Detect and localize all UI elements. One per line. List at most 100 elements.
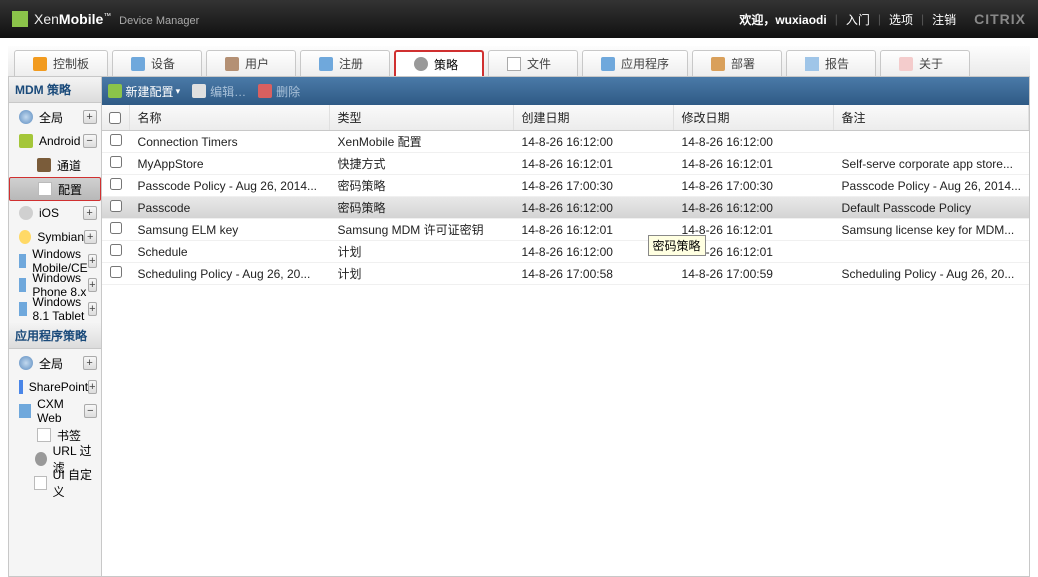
row-checkbox[interactable] bbox=[110, 178, 122, 190]
tree-label: UI 自定义 bbox=[53, 466, 97, 500]
table-row[interactable]: MyAppStore快捷方式14-8-26 16:12:0114-8-26 16… bbox=[102, 153, 1029, 175]
tree-node[interactable]: UI 自定义 bbox=[9, 471, 101, 495]
tree-node[interactable]: SharePoint+ bbox=[9, 375, 101, 399]
main-area: MDM 策略 全局+Android−通道配置iOS+Symbian+Window… bbox=[8, 77, 1030, 577]
t-filter-icon bbox=[35, 452, 47, 466]
tree-label: 书签 bbox=[57, 427, 81, 444]
tree-label: CXM Web bbox=[37, 397, 84, 425]
t-channel-icon bbox=[37, 158, 51, 172]
ico-device-icon bbox=[131, 57, 145, 71]
col-modified[interactable]: 修改日期 bbox=[674, 105, 834, 130]
tab-0[interactable]: 控制板 bbox=[14, 50, 108, 76]
expand-button[interactable]: + bbox=[88, 380, 96, 394]
tree-label: Android bbox=[39, 134, 80, 148]
ico-about-icon bbox=[899, 57, 913, 71]
row-checkbox[interactable] bbox=[110, 244, 122, 256]
tree-node[interactable]: 全局 + bbox=[9, 105, 101, 129]
tab-6[interactable]: 应用程序 bbox=[582, 50, 688, 76]
tab-8[interactable]: 报告 bbox=[786, 50, 876, 76]
t-wm-icon bbox=[19, 278, 26, 292]
tab-4[interactable]: 策略 bbox=[394, 50, 484, 76]
tree-node[interactable]: Symbian+ bbox=[9, 225, 101, 249]
table-row[interactable]: Schedule计划14-8-26 16:12:0014-8-26 16:12:… bbox=[102, 241, 1029, 263]
col-checkbox[interactable] bbox=[102, 105, 130, 130]
brand-bold: Mobile bbox=[59, 11, 103, 27]
row-checkbox[interactable] bbox=[110, 134, 122, 146]
panel-app-header: 应用程序策略 bbox=[9, 323, 101, 349]
t-wm-icon bbox=[19, 302, 27, 316]
tab-2[interactable]: 用户 bbox=[206, 50, 296, 76]
tab-1[interactable]: 设备 bbox=[112, 50, 202, 76]
col-note[interactable]: 备注 bbox=[834, 105, 1029, 130]
expand-button[interactable]: + bbox=[88, 278, 96, 292]
expand-button[interactable]: + bbox=[88, 254, 96, 268]
cell-type: 密码策略 bbox=[330, 199, 514, 216]
tree-label: 全局 bbox=[39, 109, 63, 126]
cell-note: Default Passcode Policy bbox=[834, 201, 1029, 215]
tree-node[interactable]: Windows Mobile/CE+ bbox=[9, 249, 101, 273]
expand-button[interactable]: + bbox=[84, 230, 97, 244]
expand-button[interactable]: − bbox=[84, 404, 96, 418]
tab-7[interactable]: 部署 bbox=[692, 50, 782, 76]
expand-button[interactable]: + bbox=[88, 302, 96, 316]
tab-label: 部署 bbox=[731, 55, 755, 72]
tab-3[interactable]: 注册 bbox=[300, 50, 390, 76]
row-checkbox[interactable] bbox=[110, 156, 122, 168]
t-cxm-icon bbox=[19, 404, 31, 418]
tree-node[interactable]: 全局+ bbox=[9, 351, 101, 375]
table-row[interactable]: Scheduling Policy - Aug 26, 20...计划14-8-… bbox=[102, 263, 1029, 285]
tree-label: SharePoint bbox=[29, 380, 88, 394]
col-type[interactable]: 类型 bbox=[330, 105, 514, 130]
expand-button[interactable]: + bbox=[83, 206, 97, 220]
tab-label: 用户 bbox=[245, 55, 269, 72]
tree-node[interactable]: Windows 8.1 Tablet+ bbox=[9, 297, 101, 321]
row-checkbox[interactable] bbox=[110, 200, 122, 212]
table-row[interactable]: Samsung ELM keySamsung MDM 许可证密钥14-8-26 … bbox=[102, 219, 1029, 241]
tab-9[interactable]: 关于 bbox=[880, 50, 970, 76]
nav-getstarted[interactable]: 入门 bbox=[846, 11, 870, 28]
t-globe-icon bbox=[19, 110, 33, 124]
row-checkbox[interactable] bbox=[110, 222, 122, 234]
t-config-icon bbox=[37, 428, 51, 442]
tree-label: Windows 8.1 Tablet bbox=[33, 295, 89, 323]
tree-node[interactable]: 配置 bbox=[9, 177, 101, 201]
expand-button[interactable]: + bbox=[83, 110, 97, 124]
col-created[interactable]: 创建日期 bbox=[514, 105, 674, 130]
toolbar-delete[interactable]: 删除 bbox=[258, 83, 300, 100]
tab-label: 应用程序 bbox=[621, 55, 669, 72]
tree-node[interactable]: Windows Phone 8.x+ bbox=[9, 273, 101, 297]
expand-button[interactable]: + bbox=[83, 356, 97, 370]
table-row[interactable]: Passcode密码策略14-8-26 16:12:0014-8-26 16:1… bbox=[102, 197, 1029, 219]
tree-node[interactable]: CXM Web− bbox=[9, 399, 101, 423]
nav-options[interactable]: 选项 bbox=[889, 11, 913, 28]
cell-created: 14-8-26 17:00:30 bbox=[514, 179, 674, 193]
nav-logout[interactable]: 注销 bbox=[932, 11, 956, 28]
cell-type: XenMobile 配置 bbox=[330, 133, 514, 150]
tab-5[interactable]: 文件 bbox=[488, 50, 578, 76]
row-checkbox[interactable] bbox=[110, 266, 122, 278]
tree-node[interactable]: 通道 bbox=[9, 153, 101, 177]
ico-user-icon bbox=[225, 57, 239, 71]
table-row[interactable]: Connection TimersXenMobile 配置14-8-26 16:… bbox=[102, 131, 1029, 153]
ico-app-icon bbox=[601, 57, 615, 71]
toolbar-new-label: 新建配置 bbox=[126, 83, 174, 100]
cell-name: Passcode Policy - Aug 26, 2014... bbox=[130, 179, 330, 193]
edit-icon bbox=[192, 84, 206, 98]
toolbar-new[interactable]: 新建配置▾ bbox=[108, 83, 181, 100]
cell-modified: 14-8-26 17:00:30 bbox=[674, 179, 834, 193]
tree-node[interactable]: Android− bbox=[9, 129, 101, 153]
col-name[interactable]: 名称 bbox=[130, 105, 330, 130]
table-row[interactable]: Passcode Policy - Aug 26, 2014...密码策略14-… bbox=[102, 175, 1029, 197]
cell-type: 密码策略 bbox=[330, 177, 514, 194]
expand-button[interactable]: − bbox=[83, 134, 97, 148]
welcome-text: 欢迎，wuxiaodi bbox=[739, 11, 826, 28]
t-android-icon bbox=[19, 134, 33, 148]
toolbar-edit[interactable]: 编辑… bbox=[192, 83, 246, 100]
cell-note: Scheduling Policy - Aug 26, 20... bbox=[834, 267, 1029, 281]
tab-label: 策略 bbox=[434, 56, 458, 73]
select-all-checkbox[interactable] bbox=[109, 112, 121, 124]
tree-node[interactable]: iOS + bbox=[9, 201, 101, 225]
logo-icon bbox=[12, 11, 28, 27]
tree-label: iOS bbox=[39, 206, 59, 220]
content: 新建配置▾ 编辑… 删除 名称 类型 创建日期 修改日期 备注 Connecti… bbox=[102, 77, 1029, 576]
